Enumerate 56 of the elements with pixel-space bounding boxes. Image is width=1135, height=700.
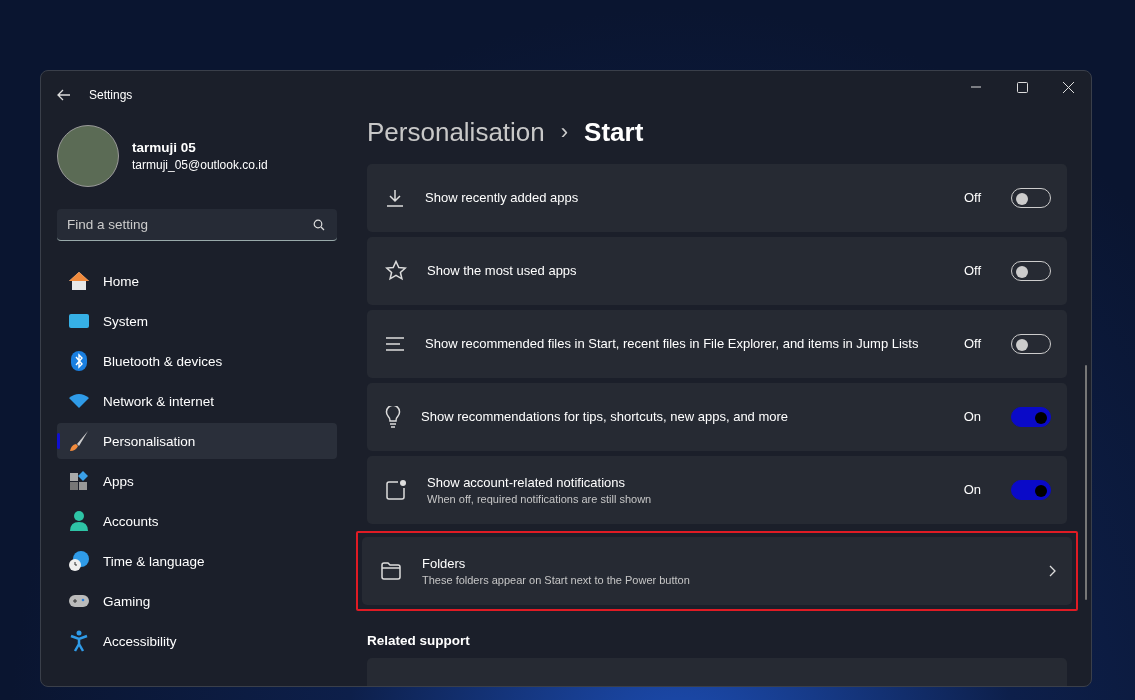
setting-title: Show recommended files in Start, recent files in File Explorer, and items in Jump Lists [425, 336, 920, 352]
page-title: Start [584, 116, 644, 148]
sidebar-item[interactable]: Network & internet [57, 383, 337, 419]
sidebar-item[interactable]: Bluetooth & devices [57, 343, 337, 379]
apps-grid-icon [69, 471, 89, 491]
back-arrow-icon[interactable] [57, 89, 71, 101]
breadcrumb-separator: › [560, 119, 569, 146]
minimize-icon [971, 86, 981, 88]
sidebar-item[interactable]: Accessibility [57, 623, 337, 659]
breadcrumb-parent-link[interactable]: Personalisation [367, 116, 545, 148]
accessibility-person-icon [69, 630, 89, 652]
sidebar-item[interactable]: Home [57, 263, 337, 299]
setting-row[interactable]: Folders These folders appear on Start next to the Power button [362, 536, 1072, 605]
house-icon [68, 271, 90, 291]
sidebar-item[interactable]: Time & language [57, 543, 337, 579]
sidebar-item[interactable]: Accounts [57, 503, 337, 539]
monitor-icon [68, 313, 90, 329]
bluetooth-icon [70, 350, 88, 372]
sidebar-item[interactable]: System [57, 303, 337, 339]
section-heading: Related support [367, 632, 471, 648]
toggle-state-label: On [963, 409, 981, 425]
search-field[interactable]: Find a setting [57, 209, 337, 241]
account-name: tarmuji 05 [132, 140, 197, 155]
lightbulb-icon [385, 405, 401, 428]
globe-clock-icon [68, 550, 90, 572]
toggle-state-label: Off [963, 190, 981, 206]
setting-title: Show recently added apps [425, 190, 580, 206]
setting-title: Show recommendations for tips, shortcuts, new apps, and more [421, 409, 790, 425]
search-icon [313, 219, 325, 231]
setting-title: Show account-related notifications [427, 474, 626, 490]
scrollbar[interactable] [1085, 365, 1087, 600]
maximize-icon [1016, 81, 1028, 93]
setting-title: Show the most used apps [427, 263, 578, 279]
setting-title: Folders [422, 555, 467, 571]
person-icon [69, 510, 89, 532]
folder-icon [380, 561, 402, 580]
wifi-icon [68, 393, 90, 409]
account-email: tarmuji_05@outlook.co.id [132, 158, 268, 172]
close-icon [1062, 81, 1074, 93]
setting-description: These folders appear on Start next to the Power button [422, 573, 691, 586]
toggle-switch[interactable] [1011, 406, 1051, 427]
lines-icon [385, 335, 405, 352]
toggle-switch[interactable] [1011, 479, 1051, 500]
toggle-state-label: Off [963, 263, 981, 279]
download-icon [385, 187, 405, 208]
setting-description: When off, required notifications are still shown [427, 492, 653, 505]
star-icon [385, 260, 407, 282]
notification-square-icon [385, 478, 407, 501]
toggle-state-label: On [963, 482, 981, 498]
sidebar-item[interactable]: Gaming [57, 583, 337, 619]
sidebar-item[interactable]: Personalisation [57, 423, 337, 459]
sidebar-item[interactable]: Apps [57, 463, 337, 499]
chevron-right-icon [1048, 564, 1056, 577]
toggle-state-label: Off [963, 336, 981, 352]
gamepad-icon [68, 593, 90, 609]
window-title: Settings [89, 88, 133, 102]
